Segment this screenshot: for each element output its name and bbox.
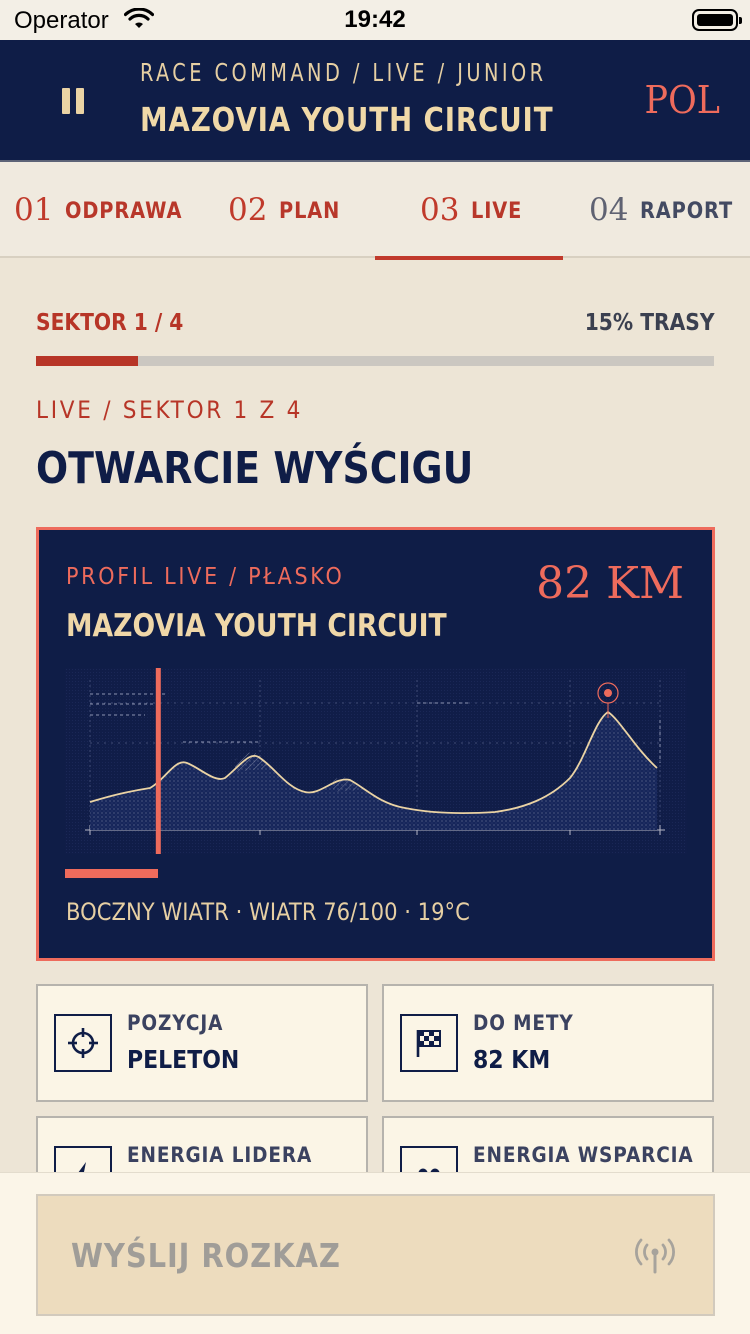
clock: 19:42 xyxy=(344,6,406,33)
elevation-profile-chart xyxy=(65,668,687,854)
country-code: POL xyxy=(644,78,720,122)
send-order-label: WYŚLIJ ROZKAZ xyxy=(71,1236,341,1275)
app-header: RACE COMMAND / LIVE / JUNIOR MAZOVIA YOU… xyxy=(0,40,750,162)
header-eyebrow: RACE COMMAND / LIVE / JUNIOR xyxy=(140,58,547,87)
profile-card: PROFIL LIVE / PŁASKO MAZOVIA YOUTH CIRCU… xyxy=(36,527,715,961)
pause-icon[interactable] xyxy=(62,88,84,114)
stat-value: PELETON xyxy=(127,1045,240,1074)
profile-title: MAZOVIA YOUTH CIRCUIT xyxy=(66,608,447,644)
profile-progress-bar xyxy=(65,869,159,878)
bottom-action-bar: WYŚLIJ ROZKAZ xyxy=(0,1172,750,1334)
send-order-button[interactable]: WYŚLIJ ROZKAZ xyxy=(36,1194,715,1316)
battery-icon xyxy=(692,9,742,31)
status-bar: Operator 19:42 xyxy=(0,0,750,40)
active-tab-indicator xyxy=(375,256,563,260)
stat-label: ENERGIA LIDERA xyxy=(127,1143,313,1167)
sector-label: SEKTOR 1 / 4 xyxy=(36,310,184,336)
tab-number: 01 xyxy=(14,192,54,228)
profile-eyebrow: PROFIL LIVE / PŁASKO xyxy=(66,564,345,590)
profile-distance: 82 KM xyxy=(536,558,684,609)
tab-label: ODPRAWA xyxy=(65,199,183,224)
tab-live[interactable]: 03 LIVE xyxy=(375,162,563,260)
stat-card-to-finish: DO METY 82 KM xyxy=(382,984,714,1102)
tab-number: 04 xyxy=(589,192,629,228)
stat-card-position: POZYCJA PELETON xyxy=(36,984,368,1102)
crosshair-icon xyxy=(54,1014,112,1072)
stat-label: ENERGIA WSPARCIA xyxy=(473,1143,694,1167)
stat-value: 82 KM xyxy=(473,1045,551,1074)
route-progress-bar xyxy=(36,356,714,366)
route-percentage: 15% TRASY xyxy=(584,310,714,336)
stat-label: POZYCJA xyxy=(127,1011,224,1035)
tab-number: 03 xyxy=(420,192,460,228)
tab-bar: 01 ODPRAWA 02 PLAN 03 LIVE 04 RAPORT xyxy=(0,162,750,260)
tab-number: 02 xyxy=(228,192,268,228)
tab-label: LIVE xyxy=(471,199,523,224)
stat-label: DO METY xyxy=(473,1011,574,1035)
tab-label: PLAN xyxy=(279,199,341,224)
antenna-icon xyxy=(635,1238,675,1274)
header-title: MAZOVIA YOUTH CIRCUIT xyxy=(140,100,554,139)
race-conditions: BOCZNY WIATR · WIATR 76/100 · 19°C xyxy=(66,898,470,926)
tab-label: RAPORT xyxy=(640,199,734,224)
current-position-marker xyxy=(155,668,161,854)
page-title: OTWARCIE WYŚCIGU xyxy=(36,443,474,494)
checkered-flag-icon xyxy=(400,1014,458,1072)
section-eyebrow: LIVE / SEKTOR 1 Z 4 xyxy=(36,396,304,424)
route-progress-fill xyxy=(36,356,138,366)
